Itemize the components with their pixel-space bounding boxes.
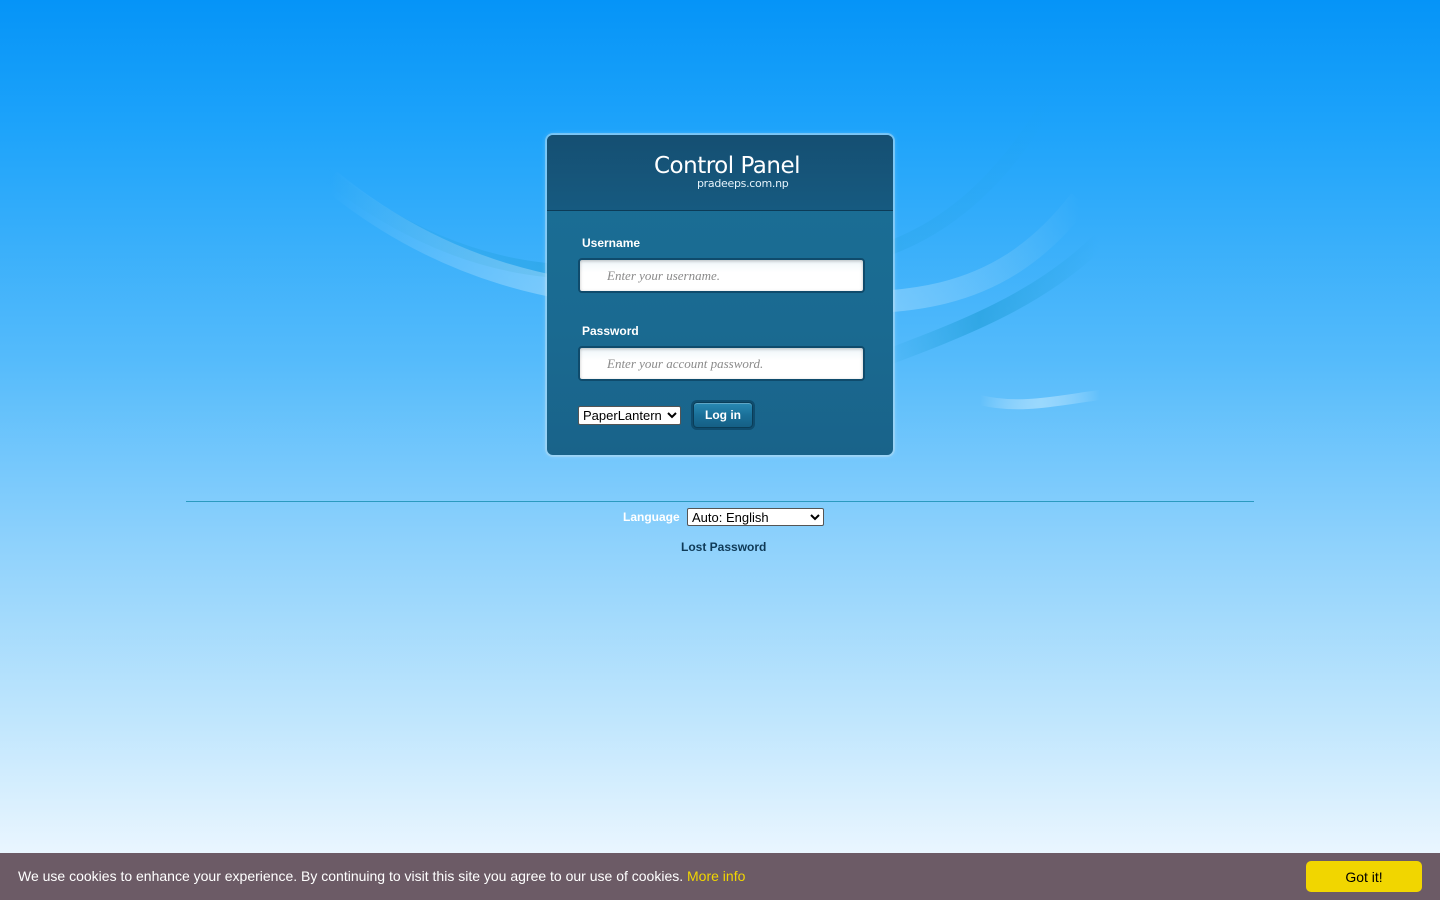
login-panel: Control Panel pradeeps.com.np Username P… bbox=[547, 135, 893, 455]
lost-password-link[interactable]: Lost Password bbox=[681, 540, 766, 554]
panel-header: Control Panel pradeeps.com.np bbox=[547, 135, 893, 211]
language-label: Language bbox=[623, 510, 680, 524]
password-label: Password bbox=[582, 324, 639, 338]
login-button[interactable]: Log in bbox=[693, 402, 753, 428]
language-row: Language Auto: English bbox=[0, 508, 1440, 528]
username-label: Username bbox=[582, 236, 641, 250]
control-panel-logo: Control Panel bbox=[654, 153, 801, 179]
language-select[interactable]: Auto: English bbox=[687, 508, 824, 526]
theme-select[interactable]: PaperLantern bbox=[578, 406, 681, 425]
divider bbox=[186, 501, 1254, 502]
logo-subtitle: pradeeps.com.np bbox=[697, 177, 789, 190]
cookie-accept-button[interactable]: Got it! bbox=[1306, 861, 1422, 892]
cookie-message: We use cookies to enhance your experienc… bbox=[18, 868, 684, 884]
cookie-more-info-link[interactable]: More info bbox=[687, 868, 745, 884]
username-input[interactable] bbox=[578, 258, 865, 293]
cookie-consent-bar: We use cookies to enhance your experienc… bbox=[0, 853, 1440, 900]
password-input[interactable] bbox=[578, 346, 865, 381]
cookie-message-row: We use cookies to enhance your experienc… bbox=[18, 868, 745, 884]
